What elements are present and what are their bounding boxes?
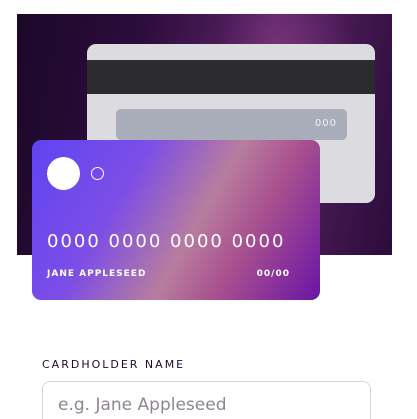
card-number: 0000 0000 0000 0000 <box>47 231 286 252</box>
magnetic-stripe <box>87 60 375 94</box>
cvc-strip: 000 <box>116 109 347 140</box>
card-front: 0000 0000 0000 0000 JANE APPLESEED 00/00 <box>32 140 320 300</box>
card-holder-name: JANE APPLESEED <box>47 269 147 279</box>
card-logo-circle-filled-icon <box>47 157 80 190</box>
card-expiry: 00/00 <box>256 269 290 279</box>
card-cvc: 000 <box>314 118 337 129</box>
cardholder-name-label: CARDHOLDER NAME <box>42 358 186 371</box>
cardholder-name-input[interactable] <box>42 381 371 419</box>
card-logo-circle-outline-icon <box>91 167 104 180</box>
